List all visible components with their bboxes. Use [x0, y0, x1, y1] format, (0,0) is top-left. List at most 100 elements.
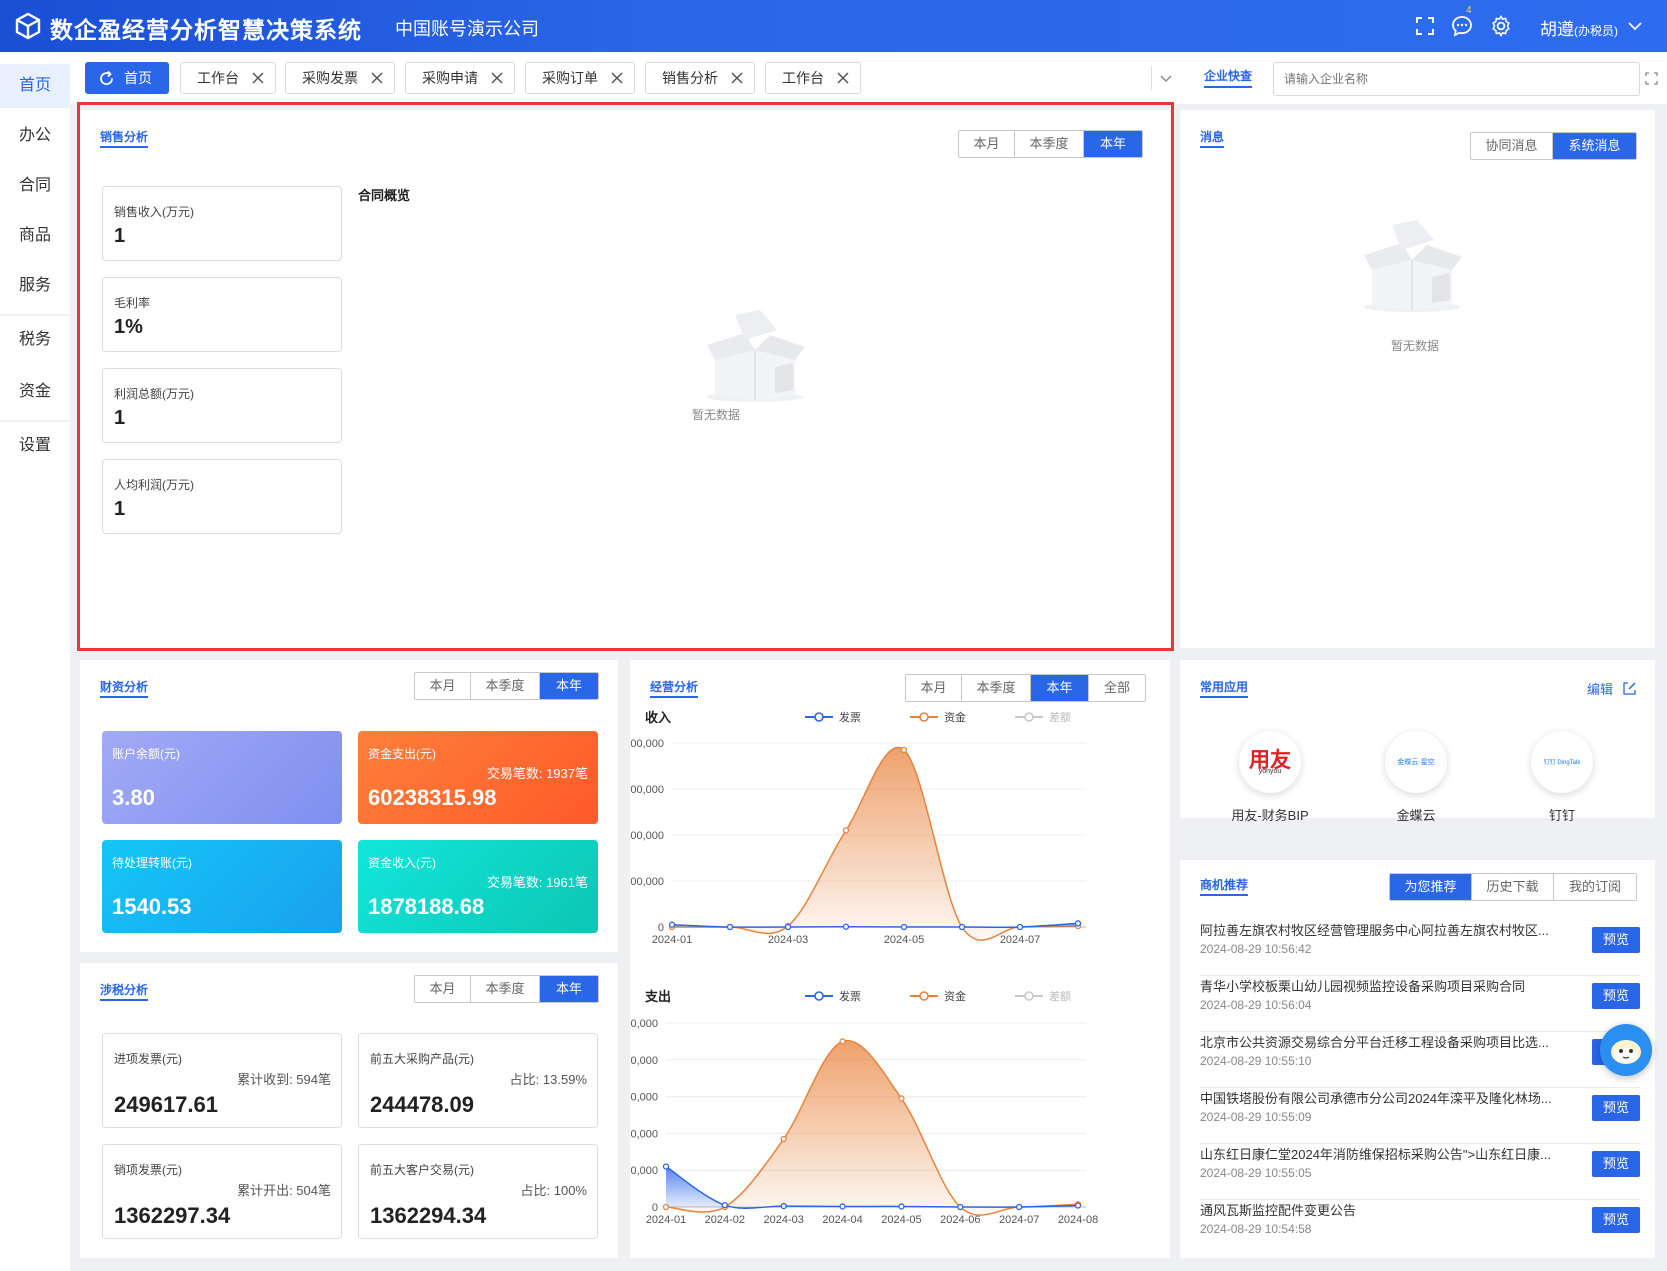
output-invoice-card[interactable]: 销项发票(元) 累计开出: 504笔 1362297.34	[102, 1144, 342, 1239]
data-point	[839, 1038, 846, 1045]
nav-item-office[interactable]: 办公	[0, 114, 70, 158]
y-tick-label: 1,000,000	[630, 1018, 658, 1030]
user-menu[interactable]: 胡遵(办税员)	[1540, 15, 1618, 40]
tab-label: 首页	[124, 70, 152, 86]
opportunity-title[interactable]: 山东红日康仁堂2024年消防维保招标采购公告">山东红日康...	[1200, 1144, 1580, 1163]
legend-label: 发票	[839, 710, 861, 724]
preview-button[interactable]: 预览	[1592, 983, 1640, 1009]
nav-item-tax[interactable]: 税务	[0, 318, 70, 362]
gear-icon[interactable]	[1490, 15, 1512, 37]
title-underline	[1200, 894, 1248, 896]
period-quarter[interactable]: 本季度	[962, 675, 1031, 701]
legend-marker	[814, 712, 824, 722]
period-quarter[interactable]: 本季度	[471, 673, 540, 699]
series-area	[672, 747, 1078, 941]
refresh-icon[interactable]	[98, 70, 115, 87]
chart-title: 收入	[645, 710, 671, 725]
pending-transfer-card[interactable]: 待处理转账(元) 1540.53	[102, 840, 342, 933]
tab-workbench-2[interactable]: 工作台	[765, 62, 861, 94]
list-item[interactable]: 阿拉善左旗农村牧区经营管理服务中心阿拉善左旗农村牧区... 2024-08-29…	[1200, 920, 1640, 976]
yonyou-logo: 用友 yonyou	[1239, 731, 1301, 793]
period-year[interactable]: 本年	[540, 976, 598, 1002]
tab-subscriptions[interactable]: 我的订阅	[1554, 874, 1636, 900]
period-all[interactable]: 全部	[1089, 675, 1145, 701]
list-item[interactable]: 青华小学校板栗山幼儿园视频监控设备采购项目采购合同 2024-08-29 10:…	[1200, 976, 1640, 1032]
card-value: 60238315.98	[368, 785, 497, 810]
tab-purchase-order[interactable]: 采购订单	[525, 62, 635, 94]
opportunity-title[interactable]: 通风瓦斯监控配件变更公告	[1200, 1200, 1580, 1219]
app-yonyou[interactable]: 用友 yonyou 用友-财务BIP	[1220, 731, 1320, 824]
close-icon[interactable]	[836, 71, 850, 85]
card-label: 资金支出(元)	[368, 747, 436, 761]
tab-history[interactable]: 历史下载	[1472, 874, 1554, 900]
nav-item-service[interactable]: 服务	[0, 264, 70, 308]
nav-divider	[0, 420, 70, 422]
close-icon[interactable]	[370, 71, 384, 85]
message-count-badge: 4	[1466, 5, 1472, 16]
opportunity-title[interactable]: 中国铁塔股份有限公司承德市分公司2024年滦平及隆化林场...	[1200, 1088, 1580, 1107]
fund-expense-card[interactable]: 资金支出(元) 交易笔数: 1937笔 60238315.98	[358, 731, 598, 824]
chat-icon[interactable]	[1451, 15, 1473, 37]
close-icon[interactable]	[490, 71, 504, 85]
app-name: 钉钉	[1548, 808, 1575, 823]
period-month[interactable]: 本月	[415, 976, 471, 1002]
tab-workbench[interactable]: 工作台	[180, 62, 276, 94]
tab-purchase-invoice[interactable]: 采购发票	[285, 62, 395, 94]
input-invoice-card[interactable]: 进项发票(元) 累计收到: 594笔 249617.61	[102, 1033, 342, 1128]
expand-icon[interactable]	[1645, 72, 1658, 85]
assistant-button[interactable]	[1600, 1024, 1652, 1076]
x-tick-label: 2024-06	[940, 1214, 980, 1226]
nav-item-goods[interactable]: 商品	[0, 214, 70, 258]
preview-button[interactable]: 预览	[1592, 1151, 1640, 1177]
fund-income-card[interactable]: 资金收入(元) 交易笔数: 1961笔 1878188.68	[358, 840, 598, 933]
opportunity-date: 2024-08-29 10:55:05	[1200, 1166, 1312, 1180]
opportunity-title[interactable]: 阿拉善左旗农村牧区经营管理服务中心阿拉善左旗农村牧区...	[1200, 920, 1580, 939]
top5-purchase-card[interactable]: 前五大采购产品(元) 占比: 13.59% 244478.09	[358, 1033, 598, 1128]
logo-sub: yonyou	[1258, 768, 1282, 775]
data-point	[662, 1163, 670, 1170]
preview-button[interactable]: 预览	[1592, 1207, 1640, 1233]
account-balance-card[interactable]: 账户余额(元) 3.80	[102, 731, 342, 824]
tab-purchase-request[interactable]: 采购申请	[405, 62, 515, 94]
y-tick-label: 10,000,000	[630, 876, 664, 888]
close-icon[interactable]	[251, 71, 265, 85]
period-year[interactable]: 本年	[1031, 675, 1089, 701]
nav-item-contract[interactable]: 合同	[0, 164, 70, 208]
chevron-down-icon[interactable]	[1160, 73, 1172, 83]
top5-customer-card[interactable]: 前五大客户交易(元) 占比: 100% 1362294.34	[358, 1144, 598, 1239]
data-point	[784, 923, 792, 931]
list-item[interactable]: 北京市公共资源交易综合分平台迁移工程设备采购项目比选... 2024-08-29…	[1200, 1032, 1640, 1088]
tab-system-messages[interactable]: 系统消息	[1553, 133, 1636, 159]
close-icon[interactable]	[730, 71, 744, 85]
period-month[interactable]: 本月	[415, 673, 471, 699]
panel-title: 商机推荐	[1200, 878, 1249, 892]
tab-recommended[interactable]: 为您推荐	[1390, 874, 1472, 900]
period-quarter[interactable]: 本季度	[471, 976, 540, 1002]
period-month[interactable]: 本月	[906, 675, 962, 701]
close-icon[interactable]	[610, 71, 624, 85]
opportunity-title[interactable]: 北京市公共资源交易综合分平台迁移工程设备采购项目比选...	[1200, 1032, 1580, 1051]
tab-sales-analysis[interactable]: 销售分析	[645, 62, 755, 94]
list-item[interactable]: 通风瓦斯监控配件变更公告 2024-08-29 10:54:58 预览	[1200, 1200, 1640, 1256]
period-year[interactable]: 本年	[540, 673, 598, 699]
list-item[interactable]: 中国铁塔股份有限公司承德市分公司2024年滦平及隆化林场... 2024-08-…	[1200, 1088, 1640, 1144]
app-dingtalk[interactable]: 钉钉 DingTalk 钉钉	[1512, 731, 1612, 824]
edit-button[interactable]: 编辑	[1587, 679, 1636, 698]
nav-item-settings[interactable]: 设置	[0, 424, 70, 468]
chevron-down-icon[interactable]	[1628, 20, 1642, 32]
preview-button[interactable]: 预览	[1592, 1095, 1640, 1121]
app-kingdee[interactable]: 金蝶云·星空 金蝶云	[1366, 731, 1466, 824]
tab-collab-messages[interactable]: 协同消息	[1471, 133, 1553, 159]
nav-item-home[interactable]: 首页	[0, 64, 70, 108]
opportunity-title[interactable]: 青华小学校板栗山幼儿园视频监控设备采购项目采购合同	[1200, 976, 1580, 995]
preview-button[interactable]: 预览	[1592, 927, 1640, 953]
nav-item-funds[interactable]: 资金	[0, 370, 70, 414]
quick-check-label[interactable]: 企业快查	[1204, 67, 1252, 84]
data-point	[780, 1202, 787, 1210]
company-search-input[interactable]	[1273, 62, 1640, 96]
list-item[interactable]: 山东红日康仁堂2024年消防维保招标采购公告">山东红日康... 2024-08…	[1200, 1144, 1640, 1200]
panel-title: 常用应用	[1200, 680, 1249, 694]
card-label: 账户余额(元)	[112, 747, 180, 761]
fullscreen-icon[interactable]	[1414, 15, 1436, 37]
tab-home[interactable]: 首页	[85, 62, 169, 94]
